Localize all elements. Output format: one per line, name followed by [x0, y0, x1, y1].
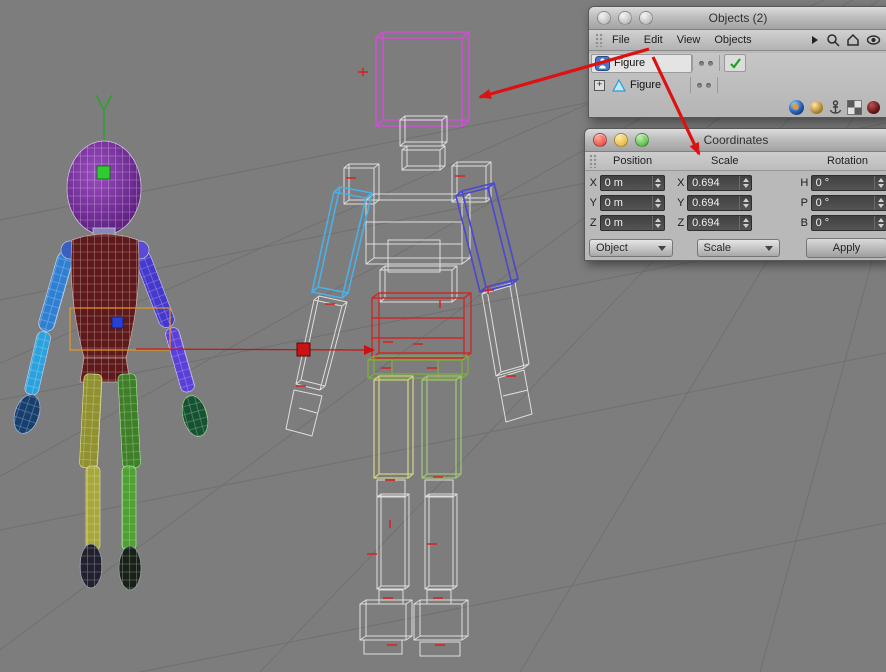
scale-mode-dropdown[interactable]: Scale — [696, 239, 781, 257]
figure-object-icon — [595, 55, 610, 71]
home-icon[interactable] — [846, 33, 860, 47]
position-axis-label: Z — [589, 217, 597, 229]
rotation-b-stepper[interactable] — [874, 216, 886, 230]
check-icon — [729, 58, 741, 69]
expand-toggle[interactable]: + — [594, 79, 605, 91]
rotation-h-stepper[interactable] — [874, 176, 886, 190]
position-column-header: Position — [613, 155, 653, 167]
position-y-field[interactable]: 0 m — [599, 195, 665, 211]
position-z-field[interactable]: 0 m — [599, 215, 665, 231]
chevron-down-icon — [657, 245, 666, 251]
anchor-tag-icon[interactable] — [828, 99, 843, 116]
checker-tag-icon[interactable] — [847, 100, 862, 115]
object-label[interactable]: Figure — [630, 79, 661, 91]
rotation-h-value: 0 ° — [815, 177, 830, 189]
objects-titlebar[interactable]: Objects (2) — [589, 7, 886, 30]
grip-handle-icon[interactable] — [595, 33, 604, 47]
rotation-b-field[interactable]: 0 ° — [810, 215, 886, 231]
rotation-axis-label: P — [800, 197, 809, 209]
scale-axis-label: Z — [677, 217, 685, 229]
minimize-button[interactable] — [618, 11, 632, 25]
visibility-dots[interactable] — [690, 77, 718, 93]
axis-arrowhead — [364, 345, 375, 355]
chevron-down-icon — [765, 245, 774, 251]
polygon-object-icon — [612, 78, 626, 92]
position-x-value: 0 m — [604, 177, 623, 189]
position-x-stepper[interactable] — [651, 176, 664, 190]
object-row-figure-2[interactable]: + Figure — [591, 75, 886, 95]
position-z-value: 0 m — [604, 217, 623, 229]
gold-sphere-tag-icon[interactable] — [809, 100, 824, 115]
coordinates-column-headers: Position Scale Rotation — [585, 152, 886, 171]
scale-z-field[interactable]: 0.694 — [687, 215, 753, 231]
position-axis-label: Y — [589, 197, 597, 209]
pivot-cube[interactable] — [111, 316, 124, 329]
scale-axis-label: Y — [677, 197, 685, 209]
scale-axis-label: X — [677, 177, 685, 189]
scale-x-stepper[interactable] — [739, 176, 751, 190]
position-y-stepper[interactable] — [651, 196, 664, 210]
objects-panel: Objects (2) File Edit View Objects Figur — [588, 6, 886, 118]
rotation-column-header: Rotation — [827, 155, 868, 167]
rotation-p-field[interactable]: 0 ° — [810, 195, 886, 211]
apply-button[interactable]: Apply — [806, 238, 886, 258]
position-z-stepper[interactable] — [651, 216, 664, 230]
scale-y-field[interactable]: 0.694 — [687, 195, 753, 211]
eye-icon[interactable] — [866, 34, 881, 46]
coord-row-x: X 0 m X 0.694 H 0 ° — [585, 173, 886, 193]
mode-dropdown[interactable]: Object — [589, 239, 673, 257]
scale-z-stepper[interactable] — [739, 216, 751, 230]
rotation-axis-label: H — [800, 177, 809, 189]
mode-dropdown-value: Object — [596, 242, 628, 254]
object-label[interactable]: Figure — [614, 57, 645, 69]
rotation-h-field[interactable]: 0 ° — [810, 175, 886, 191]
menu-edit[interactable]: Edit — [644, 34, 663, 46]
axis-drag-square[interactable] — [296, 342, 311, 357]
coordinates-titlebar[interactable]: Coordinates — [585, 129, 886, 152]
zoom-button[interactable] — [635, 133, 649, 147]
wireframe-figure[interactable] — [285, 31, 533, 657]
object-list: Figure + Figure — [589, 53, 886, 117]
position-y-value: 0 m — [604, 197, 623, 209]
scale-y-value: 0.694 — [692, 197, 720, 209]
menu-file[interactable]: File — [612, 34, 630, 46]
objects-menubar: File Edit View Objects — [589, 30, 886, 51]
rotation-p-value: 0 ° — [815, 197, 830, 209]
scale-column-header: Scale — [711, 155, 739, 167]
coord-row-y: Y 0 m Y 0.694 P 0 ° — [585, 193, 886, 213]
texture-tag-icon[interactable] — [788, 99, 805, 116]
scale-x-field[interactable]: 0.694 — [687, 175, 753, 191]
more-menus-arrow-icon[interactable] — [810, 35, 820, 45]
visibility-dots[interactable] — [692, 55, 720, 71]
tag-strip — [788, 99, 881, 116]
scale-x-value: 0.694 — [692, 177, 720, 189]
zoom-button[interactable] — [639, 11, 653, 25]
close-button[interactable] — [593, 133, 607, 147]
rotation-p-stepper[interactable] — [874, 196, 886, 210]
close-button[interactable] — [597, 11, 611, 25]
scale-mode-dropdown-value: Scale — [703, 242, 732, 254]
search-icon[interactable] — [826, 33, 840, 47]
object-row-figure-1[interactable]: Figure — [591, 53, 886, 73]
apply-button-label: Apply — [832, 242, 861, 254]
rotation-axis-label: B — [800, 217, 809, 229]
enabled-state[interactable] — [724, 54, 746, 72]
selection-center-square[interactable] — [96, 165, 111, 180]
minimize-button[interactable] — [614, 133, 628, 147]
menu-view[interactable]: View — [677, 34, 701, 46]
position-axis-label: X — [589, 177, 597, 189]
material-sphere-tag-icon[interactable] — [866, 100, 881, 115]
coord-row-z: Z 0 m Z 0.694 B 0 ° — [585, 213, 886, 233]
rotation-b-value: 0 ° — [815, 217, 830, 229]
scale-z-value: 0.694 — [692, 217, 720, 229]
grip-handle-icon[interactable] — [589, 154, 598, 168]
menu-objects[interactable]: Objects — [714, 34, 751, 46]
position-x-field[interactable]: 0 m — [599, 175, 665, 191]
scale-y-stepper[interactable] — [739, 196, 751, 210]
coordinates-panel: Coordinates Position Scale Rotation X 0 … — [584, 128, 886, 261]
